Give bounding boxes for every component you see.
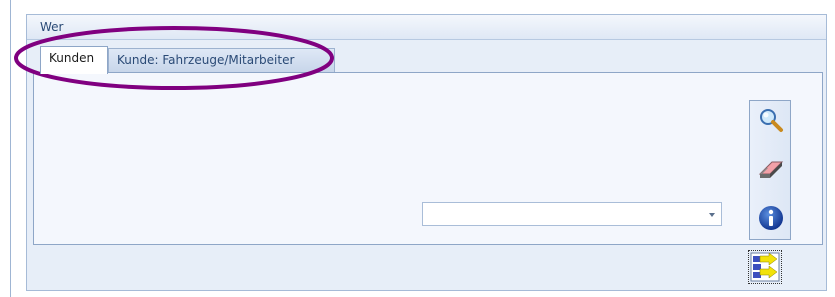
- side-toolbar: [749, 100, 791, 240]
- tab-content-panel: [33, 72, 823, 245]
- group-title: Wer: [40, 20, 64, 34]
- info-button[interactable]: [756, 203, 786, 233]
- tab-label: Kunde: Fahrzeuge/Mitarbeiter: [117, 53, 295, 67]
- search-button[interactable]: [756, 105, 786, 135]
- tab-kunde-fahrzeuge-mitarbeiter[interactable]: Kunde: Fahrzeuge/Mitarbeiter: [108, 48, 335, 72]
- info-icon: [759, 206, 783, 230]
- chevron-down-icon[interactable]: [709, 213, 715, 217]
- group-header: Wer: [27, 15, 826, 40]
- tab-label: Kunden: [49, 51, 95, 65]
- eraser-icon: [758, 161, 784, 178]
- window-left-border: [10, 0, 11, 297]
- transfer-arrows-icon: [750, 252, 780, 282]
- magnifier-icon: [760, 109, 783, 132]
- transfer-button[interactable]: [748, 250, 782, 284]
- clear-button[interactable]: [756, 154, 786, 184]
- selection-dropdown[interactable]: [422, 202, 722, 226]
- tab-kunden[interactable]: Kunden: [40, 46, 108, 74]
- wer-group-panel: Wer Kunden Kunde: Fahrzeuge/Mitarbeiter: [26, 14, 827, 291]
